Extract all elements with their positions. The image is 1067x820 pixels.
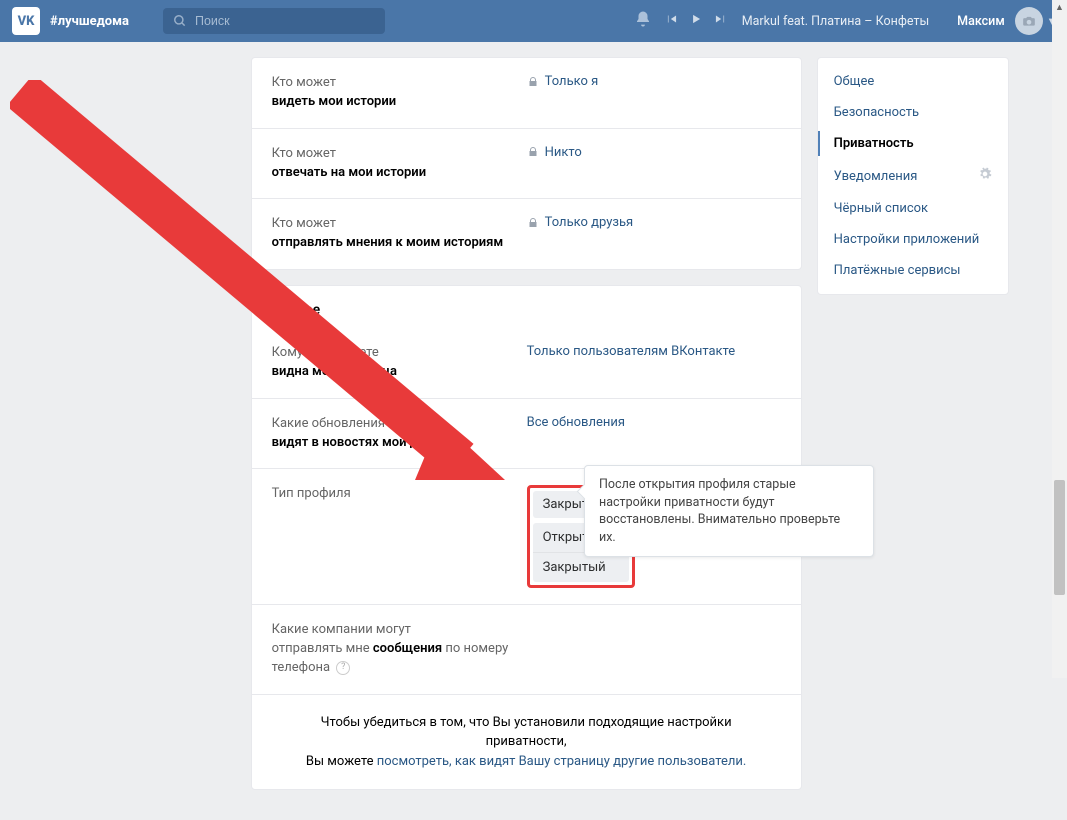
user-menu[interactable]: Максим ▾: [957, 7, 1055, 35]
row-value: Никто: [527, 145, 781, 160]
row-label: Кто можетотвечать на мои истории: [272, 145, 527, 183]
privacy-row[interactable]: Кому в интернетевидна моя страницаТолько…: [252, 328, 801, 398]
sidebar-item[interactable]: Уведомления: [818, 159, 1008, 193]
sidebar-item[interactable]: Безопасность: [818, 97, 1008, 128]
row-company-messages[interactable]: Какие компании могут отправлять мне сооб…: [252, 604, 801, 694]
search-input[interactable]: [195, 14, 375, 28]
row-label: Кому в интернетевидна моя страница: [272, 344, 527, 382]
camera-icon: [1022, 14, 1036, 28]
sidebar-item[interactable]: Приватность: [818, 128, 1008, 159]
view-as-others-link[interactable]: посмотреть, как видят Вашу страницу друг…: [377, 754, 747, 769]
avatar: [1015, 7, 1043, 35]
privacy-row[interactable]: Кто можетотвечать на мои историиНикто: [252, 128, 801, 199]
sidebar-item[interactable]: Чёрный список: [818, 193, 1008, 224]
gear-icon[interactable]: [978, 167, 992, 185]
row-label: Какие компании могут отправлять мне сооб…: [272, 621, 527, 678]
row-value: Все обновления: [527, 415, 781, 430]
section-title: Прочее: [252, 286, 801, 328]
privacy-check-note: Чтобы убедиться в том, что Вы установили…: [252, 694, 801, 790]
music-player: Markul feat. Платина – Конфеты: [660, 12, 929, 30]
settings-content: Кто можетвидеть мои историиТолько яКто м…: [251, 57, 802, 805]
settings-sidebar: ОбщееБезопасностьПриватностьУведомленияЧ…: [817, 57, 1009, 295]
privacy-section-stories: Кто можетвидеть мои историиТолько яКто м…: [251, 57, 802, 270]
next-track-icon[interactable]: [713, 12, 727, 30]
username: Максим: [957, 14, 1005, 29]
current-track[interactable]: Markul feat. Платина – Конфеты: [742, 14, 929, 29]
vk-logo[interactable]: VK: [12, 7, 40, 35]
top-header: VK #лучшедома Markul feat. Платина – Кон…: [0, 0, 1067, 42]
search-box[interactable]: [163, 8, 385, 34]
play-icon[interactable]: [689, 12, 703, 30]
sidebar-item[interactable]: Настройки приложений: [818, 224, 1008, 255]
row-value: Только я: [527, 74, 781, 89]
sidebar-item[interactable]: Общее: [818, 66, 1008, 97]
row-label: Тип профиля: [272, 485, 527, 504]
help-icon[interactable]: ?: [336, 661, 350, 675]
scroll-up-icon[interactable]: ▲: [1052, 0, 1067, 15]
scroll-thumb[interactable]: [1054, 480, 1065, 595]
lock-icon: [527, 76, 539, 88]
prev-track-icon[interactable]: [665, 12, 679, 30]
sidebar-item[interactable]: Платёжные сервисы: [818, 255, 1008, 286]
privacy-row[interactable]: Кто можетвидеть мои историиТолько я: [252, 58, 801, 128]
notifications-icon[interactable]: [634, 10, 652, 32]
privacy-row[interactable]: Какие обновлениявидят в новостях мои дру…: [252, 398, 801, 469]
page-scrollbar[interactable]: ▲: [1052, 0, 1067, 678]
row-value: Только друзья: [527, 215, 781, 230]
search-icon: [173, 14, 187, 28]
lock-icon: [527, 146, 539, 158]
lock-icon: [527, 217, 539, 229]
profile-type-tooltip: После открытия профиля старые настройки …: [584, 465, 874, 557]
privacy-row[interactable]: Кто можетотправлять мнения к моим истори…: [252, 198, 801, 269]
row-label: Кто можетвидеть мои истории: [272, 74, 527, 112]
header-hashtag[interactable]: #лучшедома: [50, 14, 129, 29]
row-label: Кто можетотправлять мнения к моим истори…: [272, 215, 527, 253]
row-value: Только пользователям ВКонтакте: [527, 344, 781, 359]
row-label: Какие обновлениявидят в новостях мои дру…: [272, 415, 527, 453]
